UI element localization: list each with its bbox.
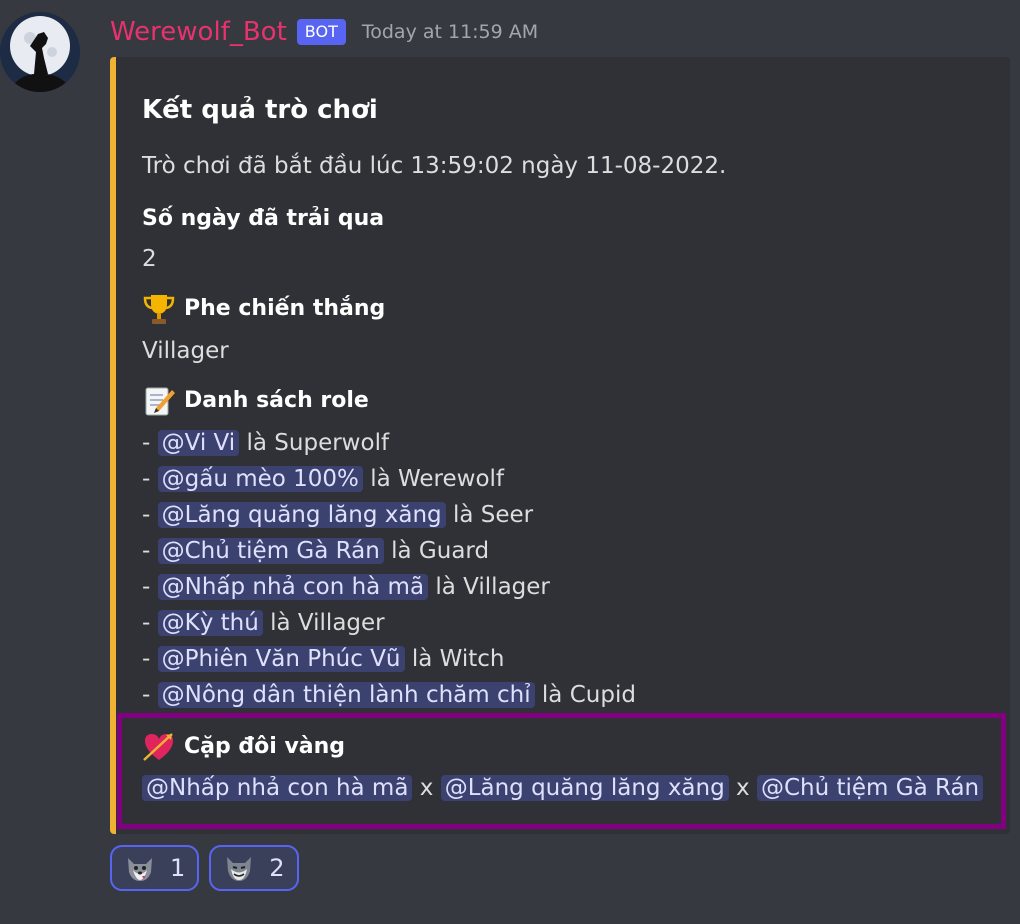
wolf-grin-emoji-icon (227, 857, 252, 881)
player-mention[interactable]: @gấu mèo 100% (157, 466, 363, 492)
role-name: Villager (297, 610, 385, 636)
list-bullet: - (142, 538, 158, 564)
list-bullet: - (142, 430, 158, 456)
role-list-item: - @Vi Vi là Superwolf (142, 425, 389, 461)
role-list-item: - @Phiên Văn Phúc Vũ là Witch (142, 641, 505, 677)
role-connector: là (370, 466, 391, 492)
role-list-item: - @Nông dân thiện lành chăm chỉ là Cupid (142, 677, 636, 713)
reaction-bar: 1 2 (110, 845, 299, 891)
username[interactable]: Werewolf_Bot (110, 17, 287, 47)
role-connector: là (541, 682, 563, 708)
reaction-wolf-2[interactable]: 2 (209, 845, 299, 891)
player-mention[interactable]: @Kỳ thú (157, 610, 263, 636)
embed-title: Kết quả trò chơi (142, 95, 378, 125)
player-mention[interactable]: @Lăng quăng lăng xăng (157, 502, 446, 528)
field-winner-value: Villager (142, 338, 229, 364)
player-mention[interactable]: @Phiên Văn Phúc Vũ (157, 646, 405, 672)
role-name: Superwolf (274, 430, 390, 456)
couple-separator: x (736, 775, 750, 801)
field-days-value: 2 (142, 246, 157, 272)
couple-members: @Nhấp nhả con hà mã x @Lăng quăng lăng x… (142, 770, 984, 806)
role-connector: là (452, 502, 474, 528)
role-list-item: - @Chủ tiệm Gà Rán là Guard (142, 533, 489, 569)
bot-badge: BOT (296, 19, 346, 45)
role-list-item: - @Nhấp nhả con hà mã là Villager (142, 569, 550, 605)
role-name: Cupid (569, 682, 636, 708)
bot-avatar[interactable] (0, 12, 80, 92)
field-couple-header: Cặp đôi vàng (142, 730, 345, 764)
role-connector: là (246, 430, 267, 456)
role-connector: là (435, 574, 456, 600)
list-bullet: - (142, 610, 158, 636)
role-name: Villager (463, 574, 550, 600)
player-mention[interactable]: @Chủ tiệm Gà Rán (157, 538, 384, 564)
memo-icon (145, 387, 175, 416)
field-roles-header: Danh sách role (142, 384, 369, 418)
list-bullet: - (142, 502, 158, 528)
player-mention[interactable]: @Vi Vi (157, 430, 240, 456)
couple-member-mention[interactable]: @Lăng quăng lăng xăng (440, 775, 729, 801)
list-bullet: - (142, 646, 158, 672)
couple-member-mention[interactable]: @Chủ tiệm Gà Rán (756, 775, 984, 801)
trophy-icon (143, 295, 175, 324)
list-bullet: - (142, 682, 158, 708)
player-mention[interactable]: @Nông dân thiện lành chăm chỉ (157, 682, 535, 708)
embed-description: Trò chơi đã bắt đầu lúc 13:59:02 ngày 11… (142, 153, 727, 179)
field-roles-name: Danh sách role (184, 388, 369, 413)
timestamp: Today at 11:59 AM (361, 21, 539, 43)
reaction-count: 2 (269, 854, 285, 882)
list-bullet: - (142, 574, 158, 600)
role-list-item: - @Kỳ thú là Villager (142, 605, 385, 641)
role-connector: là (270, 610, 291, 636)
role-connector: là (411, 646, 433, 672)
player-mention[interactable]: @Nhấp nhả con hà mã (157, 574, 429, 600)
couple-member-mention[interactable]: @Nhấp nhả con hà mã (142, 775, 413, 801)
role-name: Seer (480, 502, 534, 528)
wolf-emoji-icon (128, 858, 152, 881)
list-bullet: - (142, 466, 158, 492)
message-header: Werewolf_Bot BOT Today at 11:59 AM (110, 12, 538, 52)
role-name: Witch (439, 646, 505, 672)
role-connector: là (391, 538, 412, 564)
field-winner-header: Phe chiến thắng (142, 292, 385, 326)
role-name: Guard (418, 538, 490, 564)
role-list-item: - @gấu mèo 100% là Werewolf (142, 461, 504, 497)
field-days-name: Số ngày đã trải qua (142, 206, 385, 231)
reaction-count: 1 (170, 854, 186, 882)
role-list-item: - @Lăng quăng lăng xăng là Seer (142, 497, 533, 533)
reaction-wolf-1[interactable]: 1 (110, 845, 200, 891)
heart-arrow-icon (143, 733, 173, 761)
couple-separator: x (419, 775, 434, 801)
role-name: Werewolf (398, 466, 505, 492)
field-couple-name: Cặp đôi vàng (184, 734, 346, 759)
field-winner-name: Phe chiến thắng (184, 296, 386, 321)
